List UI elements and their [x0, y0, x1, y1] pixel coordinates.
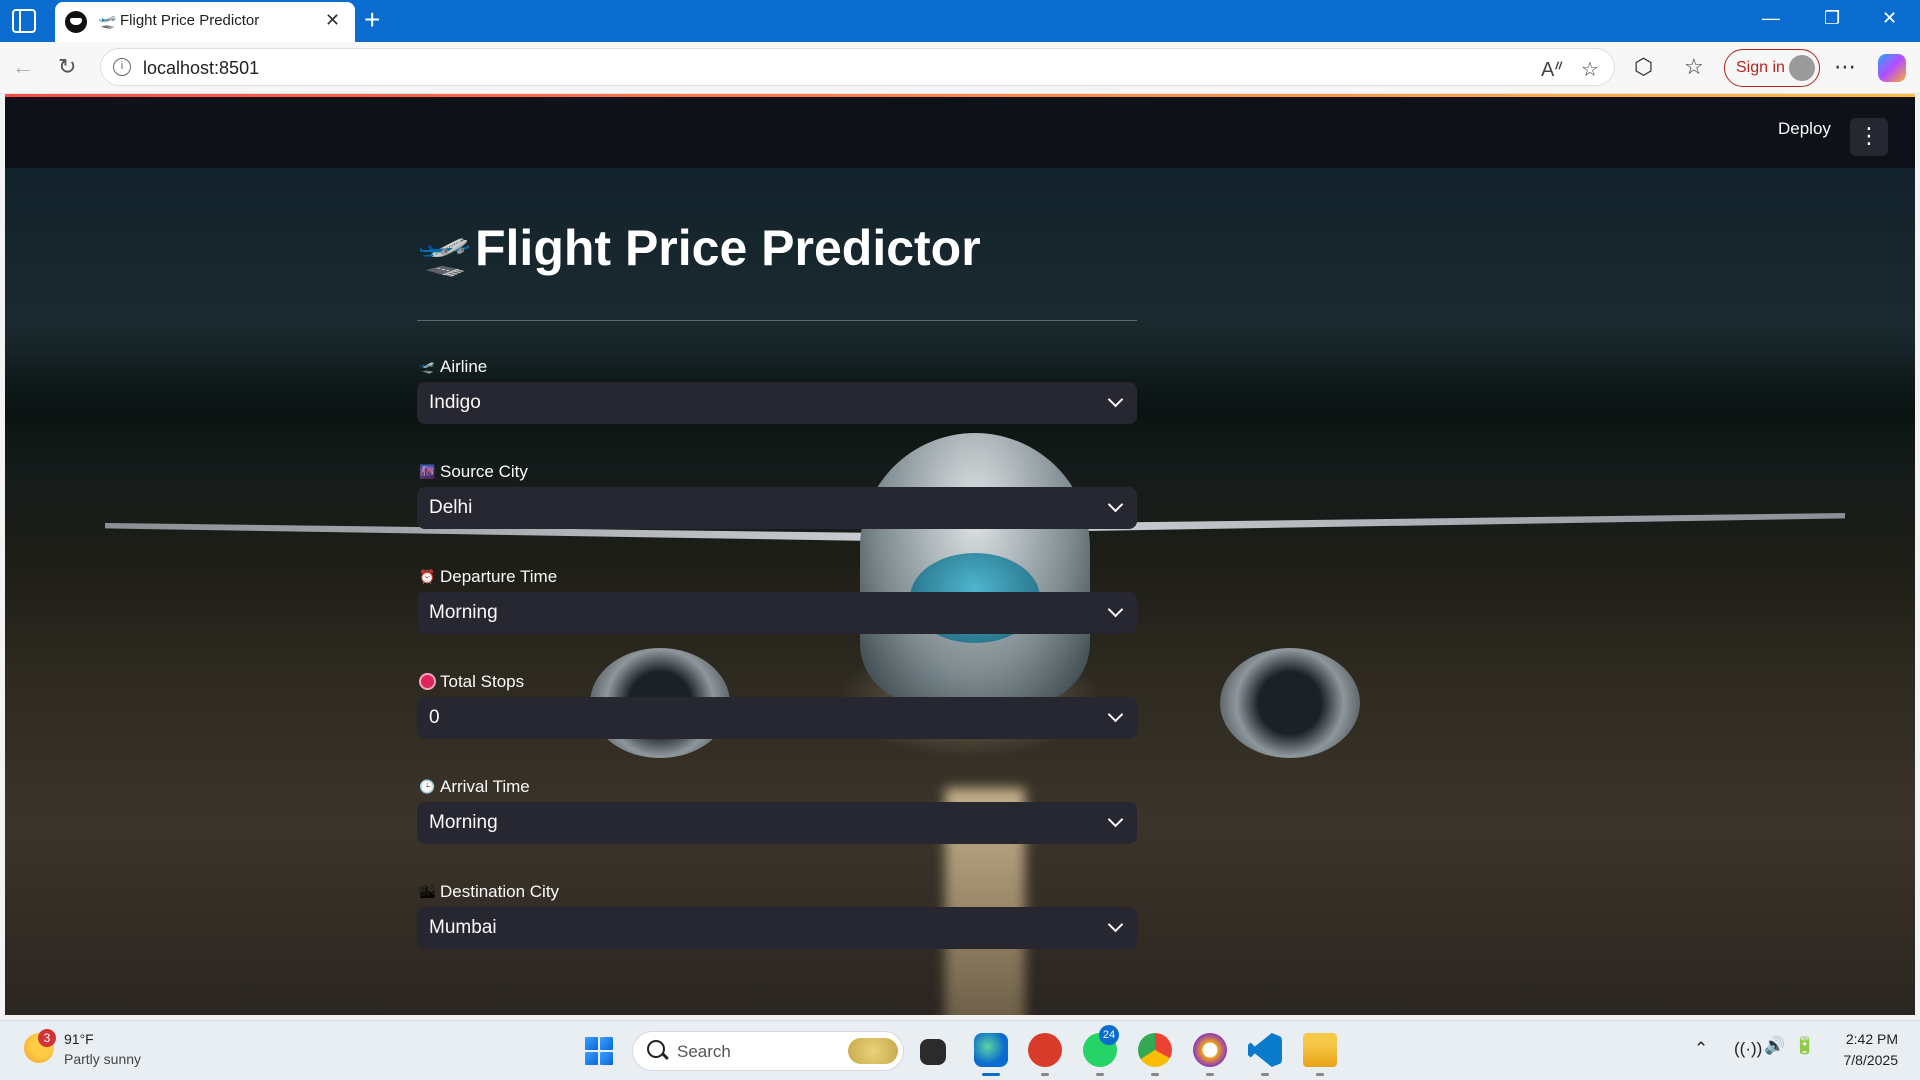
extensions-icon[interactable]: ⬡	[1634, 54, 1653, 80]
select-value: Delhi	[429, 497, 473, 518]
field-arrival-time: 🕒 Arrival Time Morning	[417, 776, 1137, 871]
select-value: Morning	[429, 812, 498, 833]
chrome-icon[interactable]	[1138, 1033, 1172, 1067]
close-tab-icon[interactable]: ✕	[325, 10, 340, 31]
city-icon: 🌆	[419, 464, 436, 479]
read-aloud-icon[interactable]: Aᐥ	[1541, 57, 1564, 82]
select-value: Mumbai	[429, 917, 497, 938]
restore-icon[interactable]: ❐	[1824, 8, 1840, 29]
new-tab-button[interactable]: +	[364, 4, 380, 36]
refresh-icon[interactable]: ↻	[58, 54, 76, 80]
profile-avatar-icon	[1789, 55, 1815, 81]
clock-time[interactable]: 2:42 PM	[1840, 1031, 1898, 1047]
url-text[interactable]: localhost:8501	[143, 58, 259, 79]
field-label-text: Destination City	[440, 882, 560, 901]
favorites-icon[interactable]: ☆	[1684, 54, 1704, 80]
total-stops-select[interactable]: 0	[417, 697, 1137, 739]
app-viewport: Deploy ⋮ 🛫 Flight Price Predictor 🛫 Airl…	[5, 97, 1915, 1015]
app-header: Deploy ⋮	[5, 97, 1915, 168]
tab-title: Flight Price Predictor	[120, 12, 260, 29]
airplane-icon: 🛫	[417, 229, 472, 278]
divider	[417, 320, 1137, 321]
chevron-down-icon	[1107, 391, 1124, 408]
select-value: Morning	[429, 602, 498, 623]
browser-toolbar: ← ↻ i localhost:8501 Aᐥ ☆ ⬡ ☆ Sign in ⋯	[0, 42, 1920, 94]
streamlit-favicon-icon	[65, 11, 87, 33]
airplane-icon: 🛫	[419, 359, 436, 374]
arrival-time-select[interactable]: Morning	[417, 802, 1137, 844]
copilot-icon[interactable]	[1878, 54, 1906, 82]
main-menu-button[interactable]: ⋮	[1850, 118, 1888, 156]
vscode-icon[interactable]	[1248, 1033, 1282, 1067]
alarm-clock-icon: ⏰	[419, 569, 436, 584]
minimize-icon[interactable]: —	[1762, 8, 1780, 29]
address-bar[interactable]: i localhost:8501 Aᐥ ☆	[100, 48, 1615, 86]
field-destination-city: 🏙 Destination City Mumbai	[417, 881, 1137, 976]
sign-in-label: Sign in	[1736, 59, 1785, 76]
select-value: 0	[429, 707, 440, 728]
field-label-text: Source City	[440, 462, 528, 481]
windows-start-icon[interactable]	[585, 1037, 613, 1065]
whatsapp-badge: 24	[1099, 1025, 1119, 1045]
task-view-icon[interactable]	[920, 1039, 946, 1065]
red-circle-icon	[419, 673, 436, 690]
deploy-button[interactable]: Deploy	[1778, 119, 1831, 139]
search-highlight-art	[848, 1038, 898, 1064]
search-icon	[647, 1040, 665, 1058]
clock-icon: 🕒	[419, 779, 436, 794]
browser-app-icon[interactable]	[1193, 1033, 1227, 1067]
wps-office-icon[interactable]	[1028, 1033, 1062, 1067]
prediction-form: 🛫 Flight Price Predictor 🛫 Airline Indig…	[417, 168, 1137, 1015]
clock-date[interactable]: 7/8/2025	[1830, 1052, 1899, 1068]
field-source-city: 🌆 Source City Delhi	[417, 461, 1137, 556]
select-value: Indigo	[429, 392, 481, 413]
wifi-icon[interactable]: ((·))	[1734, 1039, 1762, 1059]
site-info-icon[interactable]: i	[113, 58, 131, 76]
field-label-text: Airline	[440, 357, 488, 376]
chevron-up-icon[interactable]: ⌃	[1694, 1039, 1708, 1059]
chevron-down-icon	[1107, 811, 1124, 828]
field-airline: 🛫 Airline Indigo	[417, 356, 1137, 451]
edge-browser-icon[interactable]	[974, 1033, 1008, 1067]
field-label-text: Total Stops	[440, 672, 525, 691]
tab-actions-icon[interactable]	[12, 9, 36, 33]
city-skyline-icon: 🏙	[419, 884, 436, 899]
sign-in-button[interactable]: Sign in	[1724, 49, 1820, 87]
weather-temperature[interactable]: 91°F	[64, 1031, 94, 1047]
source-city-select[interactable]: Delhi	[417, 487, 1137, 529]
browser-tab-strip: 🛫 Flight Price Predictor ✕ + — ❐ ✕	[0, 0, 1920, 42]
airline-select[interactable]: Indigo	[417, 382, 1137, 424]
close-window-icon[interactable]: ✕	[1882, 8, 1897, 29]
notification-badge: 3	[38, 1029, 56, 1047]
field-label-text: Arrival Time	[440, 777, 530, 796]
chevron-down-icon	[1107, 496, 1124, 513]
field-departure-time: ⏰ Departure Time Morning	[417, 566, 1137, 661]
more-options-icon[interactable]: ⋯	[1834, 54, 1856, 80]
chevron-down-icon	[1107, 916, 1124, 933]
page-title: Flight Price Predictor	[475, 220, 981, 276]
field-label-text: Departure Time	[440, 567, 558, 586]
departure-time-select[interactable]: Morning	[417, 592, 1137, 634]
volume-icon[interactable]: 🔊	[1764, 1036, 1785, 1056]
field-total-stops: Total Stops 0	[417, 671, 1137, 766]
favorite-star-icon[interactable]: ☆	[1581, 57, 1599, 82]
chevron-down-icon	[1107, 601, 1124, 618]
tab-flight-price-predictor[interactable]: 🛫 Flight Price Predictor ✕	[55, 2, 355, 42]
weather-description[interactable]: Partly sunny	[64, 1051, 141, 1067]
search-label: Search	[677, 1042, 731, 1061]
file-explorer-icon[interactable]	[1303, 1033, 1337, 1067]
taskbar-search-box[interactable]: Search	[632, 1031, 904, 1071]
airplane-icon: 🛫	[98, 13, 117, 30]
windows-taskbar: 3 91°F Partly sunny Search 24 ⌃ ((·)) 🔊 …	[0, 1020, 1920, 1080]
destination-city-select[interactable]: Mumbai	[417, 907, 1137, 949]
battery-icon[interactable]: 🔋	[1794, 1036, 1815, 1056]
back-icon[interactable]: ←	[12, 54, 34, 80]
chevron-down-icon	[1107, 706, 1124, 723]
